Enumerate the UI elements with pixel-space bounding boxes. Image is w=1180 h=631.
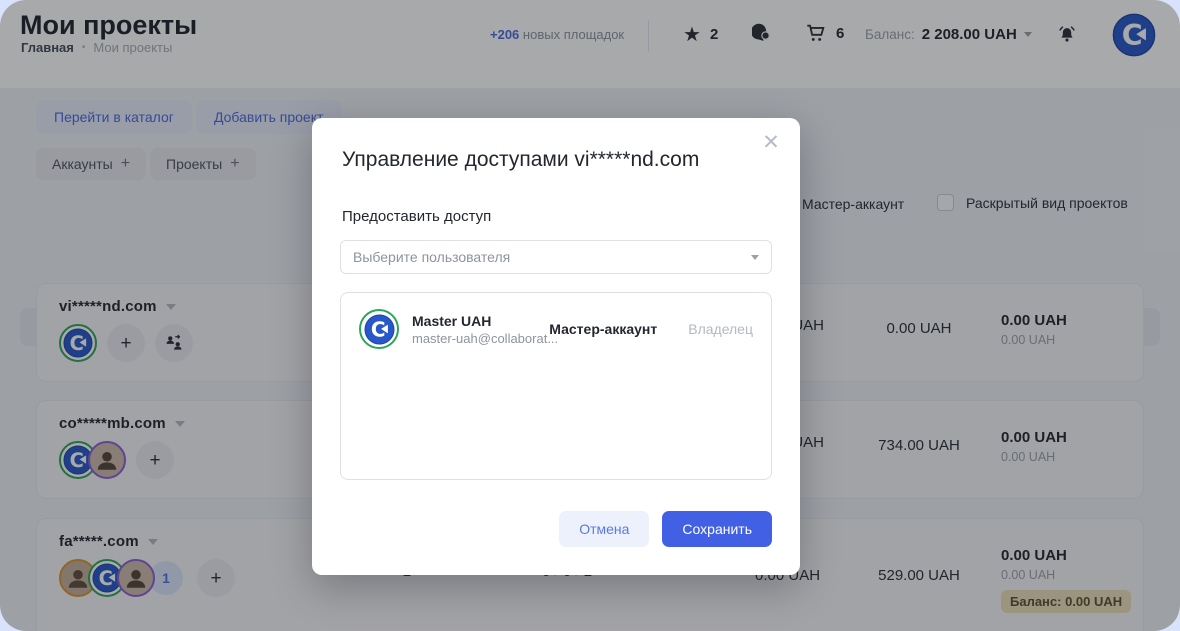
user-avatar (359, 309, 399, 349)
user-role: Мастер-аккаунт (549, 321, 658, 337)
close-icon[interactable]: ✕ (760, 132, 782, 154)
users-list: Master UAH master-uah@collaborat... Маст… (340, 292, 772, 480)
chevron-down-icon (751, 254, 759, 260)
modal-footer: Отмена Сохранить (559, 511, 772, 547)
user-select-placeholder: Выберите пользователя (353, 249, 511, 265)
save-button[interactable]: Сохранить (662, 511, 772, 547)
app-window: Мои проекты Главная • Мои проекты +206 н… (0, 0, 1180, 631)
user-name: Master UAH (412, 312, 492, 329)
modal-title: Управление доступами vi*****nd.com (342, 148, 700, 171)
user-email: master-uah@collaborat... (412, 330, 559, 346)
user-select[interactable]: Выберите пользователя (340, 240, 772, 274)
user-identity: Master UAH master-uah@collaborat... (412, 312, 559, 346)
brand-logo-icon (364, 314, 395, 345)
user-list-item[interactable]: Master UAH master-uah@collaborat... Маст… (341, 293, 771, 365)
cancel-button[interactable]: Отмена (559, 511, 650, 547)
user-ownership: Владелец (688, 321, 753, 337)
access-management-modal: ✕ Управление доступами vi*****nd.com Пре… (312, 118, 800, 575)
grant-access-label: Предоставить доступ (342, 208, 492, 225)
